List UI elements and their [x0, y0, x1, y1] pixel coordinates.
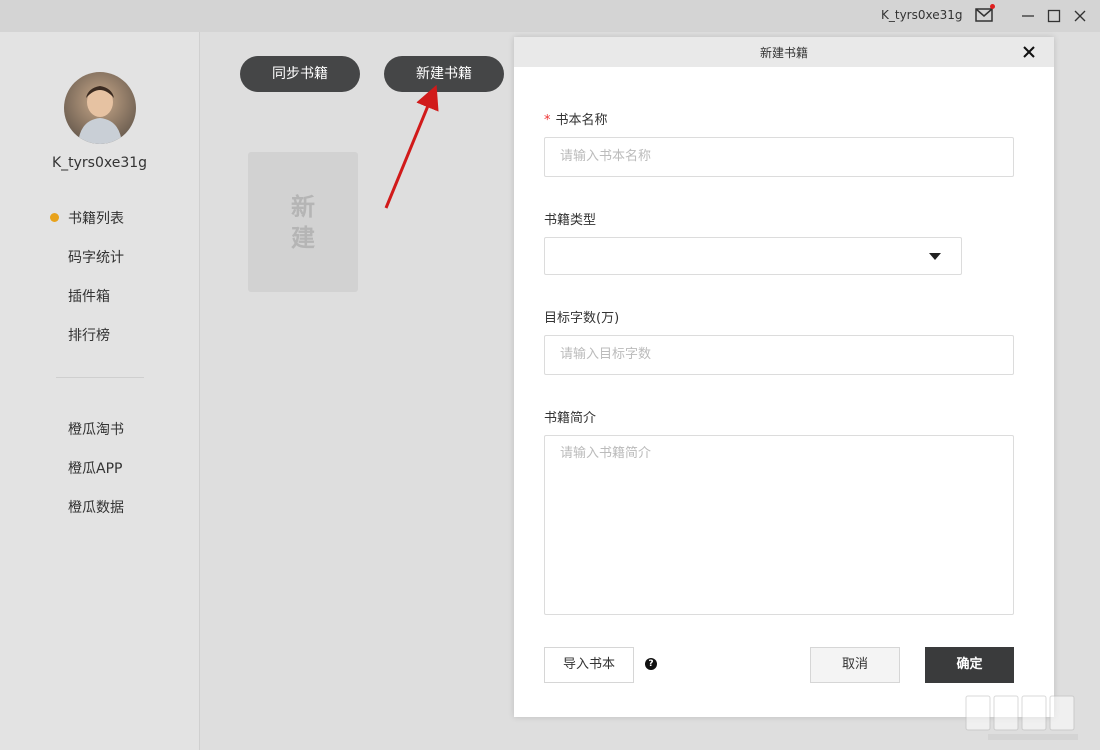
sidebar-link-app[interactable]: 橙瓜APP [68, 458, 122, 478]
site-watermark [965, 695, 1078, 740]
dialog-header: 新建书籍 [514, 37, 1054, 67]
sidebar-divider [56, 377, 144, 378]
sidebar-link-data[interactable]: 橙瓜数据 [68, 497, 124, 517]
target-words-input[interactable]: 请输入目标字数 [544, 335, 1014, 375]
sidebar-link-taoshu[interactable]: 橙瓜淘书 [68, 419, 124, 439]
book-type-select[interactable] [544, 237, 962, 275]
sync-books-button[interactable]: 同步书籍 [240, 56, 360, 92]
book-intro-label: 书籍简介 [544, 411, 597, 426]
minimize-icon[interactable] [1021, 9, 1035, 23]
close-icon[interactable] [1073, 9, 1087, 23]
help-icon[interactable]: ? [645, 658, 657, 670]
sidebar-item-book-list[interactable]: 书籍列表 [68, 208, 124, 228]
mail-icon[interactable] [975, 8, 993, 22]
avatar-image [64, 72, 136, 144]
confirm-button[interactable]: 确定 [925, 647, 1014, 683]
notification-dot [990, 4, 995, 9]
dialog-title: 新建书籍 [759, 46, 808, 60]
book-name-label: * 书本名称 [544, 109, 608, 128]
titlebar-username[interactable]: K_tyrs0xe31g [881, 8, 963, 22]
chevron-down-icon [929, 253, 941, 260]
sidebar-item-plugins[interactable]: 插件箱 [68, 286, 110, 306]
book-name-label-text: 书本名称 [555, 113, 608, 128]
dialog-close-icon[interactable] [1022, 45, 1036, 59]
sidebar-item-ranking[interactable]: 排行榜 [68, 325, 110, 345]
target-words-label: 目标字数(万) [544, 311, 620, 326]
avatar[interactable] [64, 72, 136, 144]
maximize-icon[interactable] [1047, 9, 1061, 23]
sidebar: K_tyrs0xe31g 书籍列表 码字统计 插件箱 排行榜 橙瓜淘书 橙瓜AP… [0, 32, 200, 750]
active-indicator [50, 213, 59, 222]
required-mark: * [544, 113, 551, 128]
annotation-arrow [384, 84, 439, 209]
new-book-card-label: 新 建 [291, 193, 315, 252]
new-book-card[interactable]: 新 建 [248, 152, 358, 292]
book-type-label: 书籍类型 [544, 213, 597, 228]
import-book-button[interactable]: 导入书本 [544, 647, 634, 683]
new-book-dialog: 新建书籍 * 书本名称 请输入书本名称 书籍类型 目标字数(万) 请输入目标字数 … [514, 37, 1054, 717]
sidebar-username: K_tyrs0xe31g [51, 155, 148, 171]
title-bar: K_tyrs0xe31g [0, 0, 1100, 32]
sidebar-item-word-stats[interactable]: 码字统计 [68, 247, 124, 267]
book-name-input[interactable]: 请输入书本名称 [544, 137, 1014, 177]
book-intro-textarea[interactable]: 请输入书籍简介 [544, 435, 1014, 615]
cancel-button[interactable]: 取消 [810, 647, 900, 683]
